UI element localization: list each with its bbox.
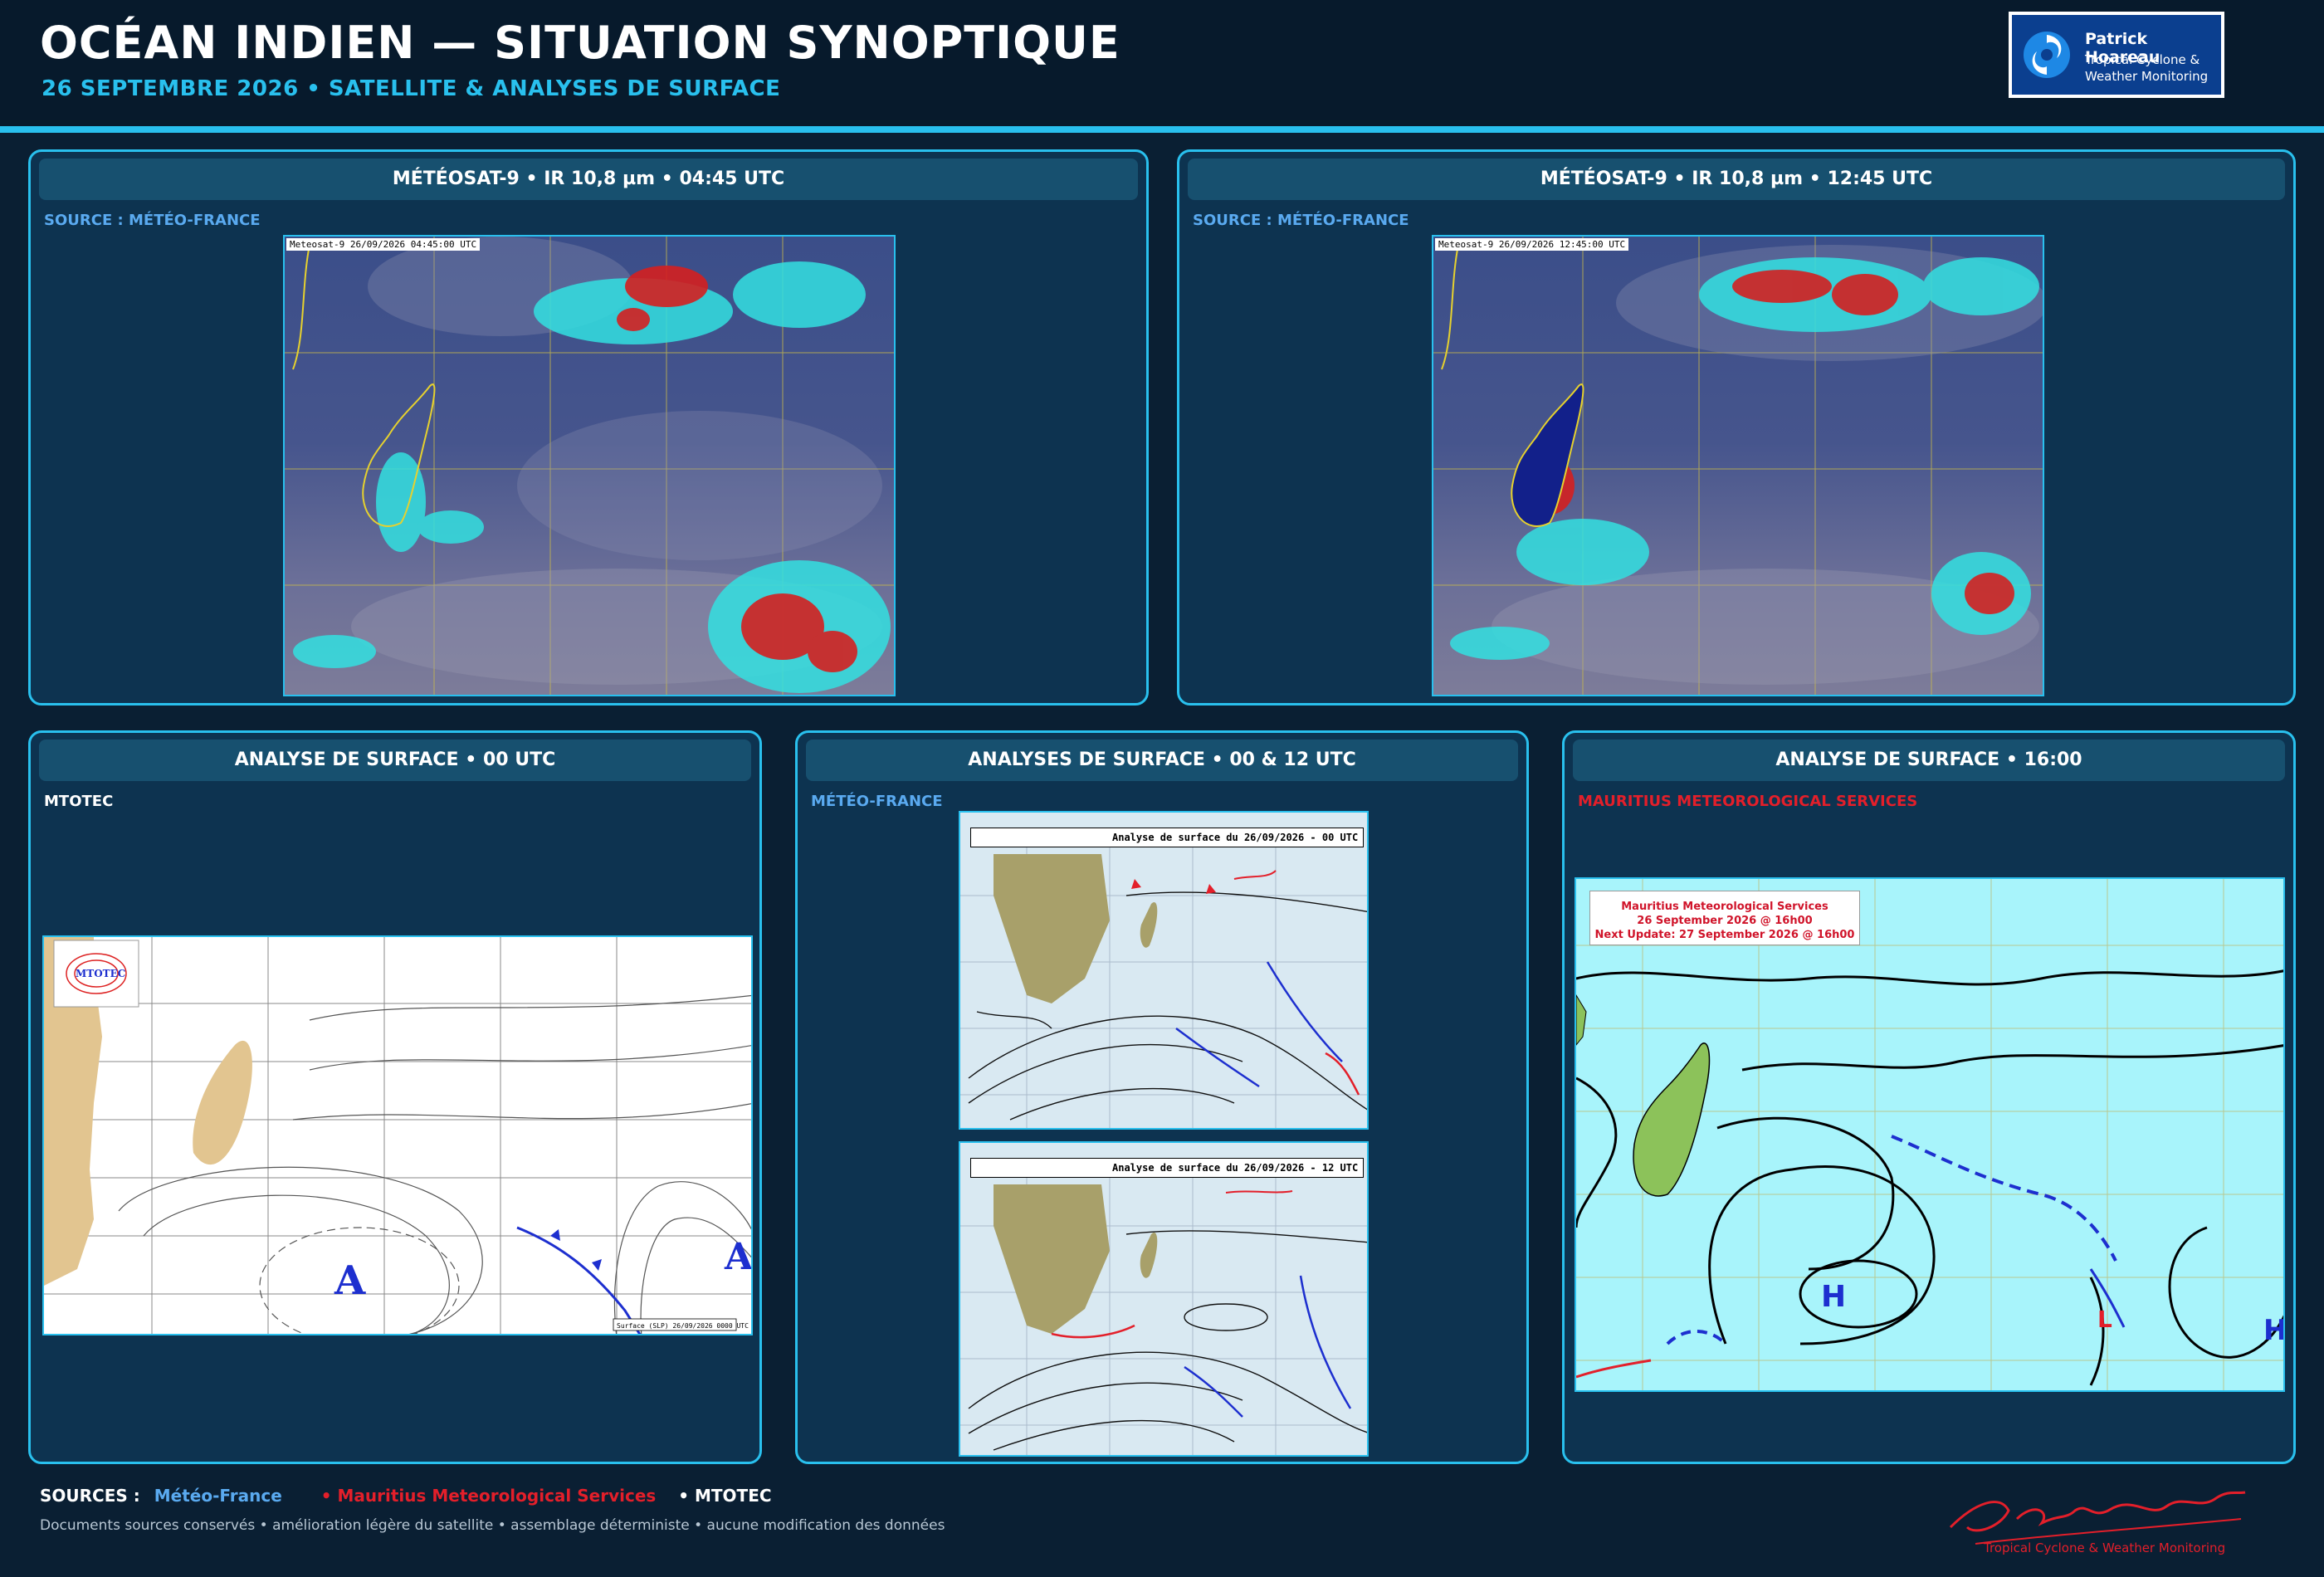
page-title: OCÉAN INDIEN — SITUATION SYNOPTIQUE [40,17,1120,69]
panel-source: MTOTEC [44,793,114,810]
surface-analysis-chart [960,846,1367,1128]
logo-tagline: Tropical Cyclone & Weather Monitoring [2085,52,2209,84]
panel-source: MÉTÉO-FRANCE [811,793,943,810]
satellite-timestamp: Meteosat-9 26/09/2026 12:45:00 UTC [1435,238,1629,251]
footer-sources: SOURCES : Météo-France • Mauritius Meteo… [40,1486,772,1506]
panel-source: SOURCE : MÉTÉO-FRANCE [44,212,261,229]
meteofrance-analysis-00utc[interactable]: Analyse de surface du 26/09/2026 - 00 UT… [959,811,1369,1130]
panel-source: SOURCE : MÉTÉO-FRANCE [1193,212,1409,229]
meteofrance-analysis-12utc[interactable]: Analyse de surface du 26/09/2026 - 12 UT… [959,1141,1369,1457]
satellite-timestamp: Meteosat-9 26/09/2026 04:45:00 UTC [286,238,481,251]
mtotec-logo-text: MTOTEC [76,968,125,979]
high-pressure-label: A [334,1257,366,1304]
high-pressure-label-east: A [724,1236,753,1278]
panel-source: MAURITIUS METEOROLOGICAL SERVICES [1578,793,1918,810]
panel-mms: ANALYSE DE SURFACE • 16:00 MAURITIUS MET… [1562,730,2296,1464]
signature-tagline: Tropical Cyclone & Weather Monitoring [1984,1540,2226,1555]
source-mms: • Mauritius Meteorological Services [320,1486,657,1506]
panel-title: ANALYSE DE SURFACE • 16:00 [1573,740,2285,781]
mms-analysis-map[interactable]: H H L Mauritius Meteorological Services … [1575,877,2285,1392]
header-divider [0,126,2324,133]
mms-box-org: Mauritius Meteorological Services [1621,901,1828,913]
page-header: OCÉAN INDIEN — SITUATION SYNOPTIQUE 26 S… [0,0,2324,126]
mms-box-next: Next Update: 27 September 2026 @ 16h00 [1594,929,1855,941]
page-subtitle: 26 SEPTEMBRE 2026 • SATELLITE & ANALYSES… [42,76,781,101]
analysis-title-12utc: Analyse de surface du 26/09/2026 - 12 UT… [970,1158,1364,1178]
panel-title: MÉTÉOSAT-9 • IR 10,8 µm • 12:45 UTC [1188,159,2285,200]
surface-analysis-chart [960,1176,1367,1455]
panel-meteofrance: ANALYSES DE SURFACE • 00 & 12 UTC MÉTÉO-… [795,730,1529,1464]
analysis-title-00utc: Analyse de surface du 26/09/2026 - 00 UT… [970,828,1364,847]
panel-satellite-0445: MÉTÉOSAT-9 • IR 10,8 µm • 04:45 UTC SOUR… [28,149,1149,706]
mms-box-date: 26 September 2026 @ 16h00 [1637,915,1813,927]
cyclone-icon [2024,32,2070,78]
source-mtotec: • MTOTEC [678,1486,772,1506]
satellite-image-0445[interactable]: Meteosat-9 26/09/2026 04:45:00 UTC [283,235,896,696]
surface-analysis-chart: MTOTEC A A Surface (SLP) 26/09/2026 0000… [44,937,753,1334]
brand-logo: Patrick Hoareau Tropical Cyclone & Weath… [2009,12,2224,98]
sources-label: SOURCES : [40,1486,140,1506]
high-pressure-label: H [1821,1280,1846,1314]
panel-title: ANALYSES DE SURFACE • 00 & 12 UTC [806,740,1518,781]
satellite-imagery [285,237,894,695]
satellite-image-1245[interactable]: Meteosat-9 26/09/2026 12:45:00 UTC [1432,235,2044,696]
panel-title: MÉTÉOSAT-9 • IR 10,8 µm • 04:45 UTC [39,159,1138,200]
mms-info-box: Mauritius Meteorological Services 26 Sep… [1589,891,1860,945]
source-meteofrance: Météo-France [154,1486,282,1506]
panel-satellite-1245: MÉTÉOSAT-9 • IR 10,8 µm • 12:45 UTC SOUR… [1177,149,2296,706]
panel-title: ANALYSE DE SURFACE • 00 UTC [39,740,751,781]
surface-analysis-chart: H H L [1576,879,2285,1390]
high-pressure-label-east: H [2263,1314,2285,1347]
low-pressure-label: L [2097,1306,2112,1333]
panel-mtotec: ANALYSE DE SURFACE • 00 UTC MTOTEC MTOTE… [28,730,762,1464]
mtotec-analysis-map[interactable]: MTOTEC A A Surface (SLP) 26/09/2026 0000… [42,935,753,1335]
footer-note: Documents sources conservés • améliorati… [40,1517,945,1534]
chart-stamp: Surface (SLP) 26/09/2026 0000 UTC [617,1322,749,1330]
satellite-imagery [1433,237,2043,695]
